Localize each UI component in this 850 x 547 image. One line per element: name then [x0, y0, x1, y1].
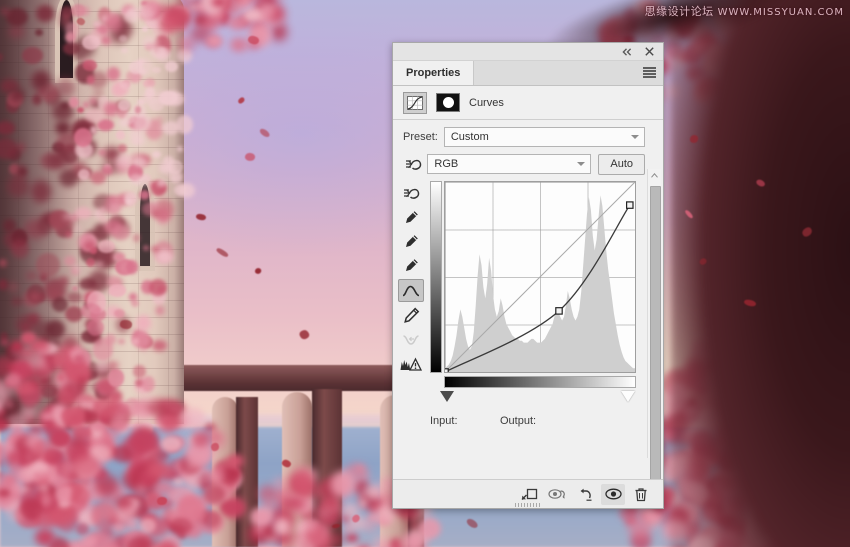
- preset-select[interactable]: Custom: [444, 127, 645, 147]
- targeted-adjustment-tool[interactable]: [399, 183, 423, 204]
- draw-curve-pencil-tool[interactable]: [399, 305, 423, 326]
- black-point-eyedropper[interactable]: [399, 207, 423, 228]
- watermark-cn: 思缘设计论坛: [645, 5, 714, 18]
- input-output-row: Input: Output:: [430, 413, 640, 429]
- input-field-group: Input:: [430, 415, 500, 427]
- scrollbar-track[interactable]: [649, 182, 660, 445]
- targeted-adjustment-tool-icon[interactable]: [403, 154, 424, 174]
- view-previous-state-button[interactable]: [545, 484, 569, 505]
- preset-label: Preset:: [403, 131, 438, 143]
- tab-properties[interactable]: Properties: [393, 61, 474, 85]
- collapse-panel-icon[interactable]: [621, 46, 633, 58]
- input-label: Input:: [430, 415, 458, 427]
- smooth-curve-tool[interactable]: [399, 329, 423, 350]
- curves-adjustment-icon: [403, 92, 427, 114]
- close-icon[interactable]: [643, 46, 655, 58]
- adjustment-title-row: Curves: [393, 86, 663, 120]
- curves-graph[interactable]: [430, 181, 635, 388]
- output-field-group: Output:: [500, 415, 567, 427]
- clip-to-layer-button[interactable]: [517, 484, 541, 505]
- panel-scrollbar[interactable]: [647, 169, 661, 458]
- layer-mask-thumbnail[interactable]: [436, 93, 460, 112]
- preset-row: Preset: Custom: [393, 125, 663, 149]
- hamburger-menu-icon[interactable]: [643, 67, 656, 78]
- auto-button[interactable]: Auto: [598, 154, 645, 175]
- panel-title-bar: [393, 43, 663, 61]
- channel-value: RGB: [434, 158, 458, 170]
- reset-adjustment-button[interactable]: [573, 484, 597, 505]
- chevron-down-icon: [631, 135, 639, 139]
- site-watermark: 思缘设计论坛 WWW.MISSYUAN.COM: [645, 3, 844, 19]
- scrollbar-thumb[interactable]: [650, 186, 661, 488]
- preset-value: Custom: [451, 131, 489, 143]
- curves-tool-column: [396, 183, 426, 374]
- scroll-up-arrow-icon[interactable]: [648, 169, 661, 182]
- panel-bottom-toolbar: [393, 479, 663, 508]
- channel-select[interactable]: RGB: [427, 154, 591, 174]
- panel-content-area: Preset: Custom RGB Auto Input: Output:: [393, 125, 663, 488]
- curve-plot-area[interactable]: [444, 181, 636, 373]
- gray-point-eyedropper[interactable]: [399, 231, 423, 252]
- black-point-slider[interactable]: [440, 391, 454, 402]
- white-point-eyedropper[interactable]: [399, 255, 423, 276]
- adjustment-title: Curves: [469, 97, 504, 109]
- white-point-slider[interactable]: [621, 391, 635, 402]
- output-label: Output:: [500, 415, 536, 427]
- panel-tab-bar: Properties: [393, 61, 663, 86]
- curve-svg: [445, 182, 635, 372]
- toggle-layer-visibility-button[interactable]: [601, 484, 625, 505]
- panel-resize-grip[interactable]: [515, 503, 541, 507]
- output-gradient-bar: [430, 181, 442, 373]
- show-clipping-warning-icon[interactable]: [399, 353, 423, 374]
- properties-panel[interactable]: Properties Curves Preset: Custom RGB Aut…: [392, 42, 664, 509]
- channel-row: RGB Auto: [393, 152, 663, 176]
- delete-adjustment-layer-button[interactable]: [629, 484, 653, 505]
- edit-curve-points-tool[interactable]: [398, 279, 424, 302]
- black-white-point-sliders: [430, 391, 635, 405]
- chevron-down-icon: [577, 162, 585, 166]
- input-gradient-bar: [444, 376, 636, 388]
- watermark-url: WWW.MISSYUAN.COM: [718, 7, 844, 18]
